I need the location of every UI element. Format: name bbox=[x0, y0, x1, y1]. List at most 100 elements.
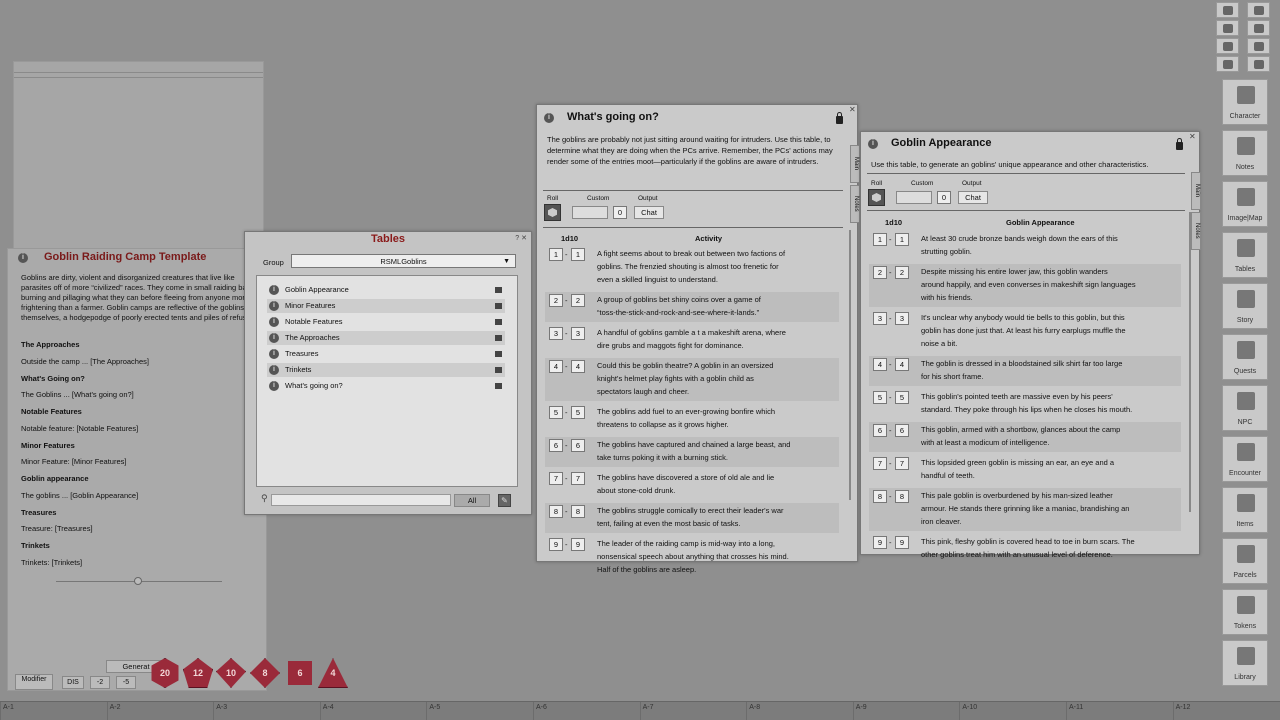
custom-count[interactable]: 0 bbox=[937, 191, 951, 204]
tool-button[interactable] bbox=[1247, 20, 1270, 36]
row-text: knight's helmet play fights with a gobli… bbox=[597, 374, 754, 383]
range-to: 6 bbox=[571, 439, 585, 452]
link-icon[interactable] bbox=[495, 351, 502, 357]
hotbar-slot[interactable]: A-9 bbox=[852, 702, 959, 720]
hotbar-slot[interactable]: A-5 bbox=[426, 702, 532, 720]
roll-die-button[interactable] bbox=[544, 204, 561, 221]
link-icon[interactable] bbox=[495, 303, 502, 309]
tool-button[interactable] bbox=[1216, 38, 1239, 54]
range-to: 7 bbox=[895, 457, 909, 470]
d6-die[interactable]: 6 bbox=[288, 661, 312, 685]
list-item[interactable]: i What's going on? bbox=[267, 379, 505, 393]
hotbar-slot[interactable]: A-12 bbox=[1172, 702, 1279, 720]
output-chat-button[interactable]: Chat bbox=[958, 191, 988, 204]
sidebar-item-tokens[interactable]: Tokens bbox=[1222, 589, 1268, 635]
link-icon[interactable] bbox=[495, 335, 502, 341]
group-select[interactable]: RSMLGoblins ▼ bbox=[291, 254, 516, 268]
tool-button[interactable] bbox=[1247, 56, 1270, 72]
table-row: 4-4 Could this be goblin theatre? A gobli… bbox=[545, 358, 839, 401]
d4-die[interactable]: 4 bbox=[318, 658, 348, 688]
hotbar-slot[interactable]: A-7 bbox=[639, 702, 746, 720]
hotbar-slot[interactable]: A-1 bbox=[0, 702, 106, 720]
sidebar-item-library[interactable]: Library bbox=[1222, 640, 1268, 686]
minus-two-button[interactable]: -2 bbox=[90, 676, 110, 689]
sidebar-item-notes[interactable]: Notes bbox=[1222, 130, 1268, 176]
close-icon[interactable]: ✕ bbox=[849, 105, 856, 114]
lock-icon[interactable] bbox=[1176, 138, 1183, 150]
minus-five-button[interactable]: -5 bbox=[116, 676, 136, 689]
info-icon[interactable]: i bbox=[868, 139, 878, 149]
sidebar-item-parcels[interactable]: Parcels bbox=[1222, 538, 1268, 584]
custom-input[interactable] bbox=[896, 191, 932, 204]
scrollbar[interactable] bbox=[849, 230, 851, 500]
lock-icon[interactable] bbox=[836, 112, 843, 124]
list-item[interactable]: i Goblin Appearance bbox=[267, 283, 505, 297]
list-item[interactable]: i Treasures bbox=[267, 347, 505, 361]
modifier-box[interactable]: Modifier bbox=[15, 674, 53, 690]
info-icon[interactable]: i bbox=[18, 253, 28, 263]
custom-count[interactable]: 0 bbox=[613, 206, 627, 219]
list-item[interactable]: i Minor Features bbox=[267, 299, 505, 313]
tool-button[interactable] bbox=[1216, 2, 1239, 18]
custom-input[interactable] bbox=[572, 206, 608, 219]
sidebar-item-items[interactable]: Items bbox=[1222, 487, 1268, 533]
section-line: Treasure: [Treasures] bbox=[21, 524, 93, 533]
row-text: strutting goblin. bbox=[921, 247, 972, 256]
hotbar-slot[interactable]: A-10 bbox=[959, 702, 1065, 720]
panel-description: The goblins are probably not just sittin… bbox=[547, 135, 833, 166]
row-text: take turns poking it with a burning stic… bbox=[597, 453, 728, 462]
tab-notes[interactable]: Notes bbox=[1191, 212, 1201, 250]
link-icon[interactable] bbox=[495, 287, 502, 293]
range-from: 4 bbox=[549, 360, 563, 373]
search-icon: ⚲ bbox=[261, 493, 268, 503]
search-input[interactable] bbox=[271, 494, 451, 506]
list-item[interactable]: i Notable Features bbox=[267, 315, 505, 329]
list-item[interactable]: i The Approaches bbox=[267, 331, 505, 345]
hotbar-slot[interactable]: A-2 bbox=[106, 702, 213, 720]
table-row: 7-7 This lopsided green goblin is missing… bbox=[869, 455, 1181, 485]
hotbar-slot[interactable]: A-8 bbox=[746, 702, 852, 720]
sidebar-item-npc[interactable]: NPC bbox=[1222, 385, 1268, 431]
hotbar-slot[interactable]: A-3 bbox=[213, 702, 319, 720]
sidebar-item-quests[interactable]: Quests bbox=[1222, 334, 1268, 380]
list-item-label: The Approaches bbox=[285, 333, 340, 342]
filter-all-button[interactable]: All bbox=[454, 494, 490, 507]
disadvantage-button[interactable]: DIS bbox=[62, 676, 84, 689]
divider bbox=[543, 190, 843, 191]
help-close-controls[interactable]: ? ✕ bbox=[515, 234, 527, 242]
tool-button[interactable] bbox=[1216, 20, 1239, 36]
sidebar-item-encounter[interactable]: Encounter bbox=[1222, 436, 1268, 482]
list-item-label: Trinkets bbox=[285, 365, 312, 374]
tool-button[interactable] bbox=[1216, 56, 1239, 72]
tab-notes[interactable]: Notes bbox=[850, 185, 860, 223]
link-icon[interactable] bbox=[495, 383, 502, 389]
tool-button[interactable] bbox=[1247, 2, 1270, 18]
roll-die-button[interactable] bbox=[868, 189, 885, 206]
hotbar-slot[interactable]: A-11 bbox=[1066, 702, 1172, 720]
link-icon[interactable] bbox=[495, 367, 502, 373]
info-icon[interactable]: i bbox=[544, 113, 554, 123]
sidebar-item-story[interactable]: Story bbox=[1222, 283, 1268, 329]
tab-main[interactable]: Main bbox=[850, 145, 860, 183]
range-from: 2 bbox=[873, 266, 887, 279]
sidebar-item-image-map[interactable]: Image|Map bbox=[1222, 181, 1268, 227]
edit-icon[interactable]: ✎ bbox=[498, 494, 511, 507]
tool-button[interactable] bbox=[1247, 38, 1270, 54]
output-chat-button[interactable]: Chat bbox=[634, 206, 664, 219]
zoom-slider-knob[interactable] bbox=[134, 577, 142, 585]
template-panel: i Goblin Raiding Camp Template Goblins a… bbox=[7, 248, 267, 691]
table-row: 5-5 This goblin's pointed teeth are massi… bbox=[869, 389, 1181, 419]
roll-label: Roll bbox=[871, 180, 883, 187]
list-item[interactable]: i Trinkets bbox=[267, 363, 505, 377]
sidebar-item-label: NPC bbox=[1237, 419, 1253, 426]
close-icon[interactable]: ✕ bbox=[1189, 132, 1196, 141]
hotbar-slot[interactable]: A-4 bbox=[319, 702, 426, 720]
hotbar-slot[interactable]: A-6 bbox=[533, 702, 639, 720]
scrollbar[interactable] bbox=[1189, 212, 1191, 512]
tab-main[interactable]: Main bbox=[1191, 172, 1201, 210]
link-icon[interactable] bbox=[495, 319, 502, 325]
sidebar-item-tables[interactable]: Tables bbox=[1222, 232, 1268, 278]
section-heading: Notable Features bbox=[21, 407, 82, 416]
sidebar-item-character[interactable]: Character bbox=[1222, 79, 1268, 125]
column-header-appearance: Goblin Appearance bbox=[1006, 218, 1075, 227]
